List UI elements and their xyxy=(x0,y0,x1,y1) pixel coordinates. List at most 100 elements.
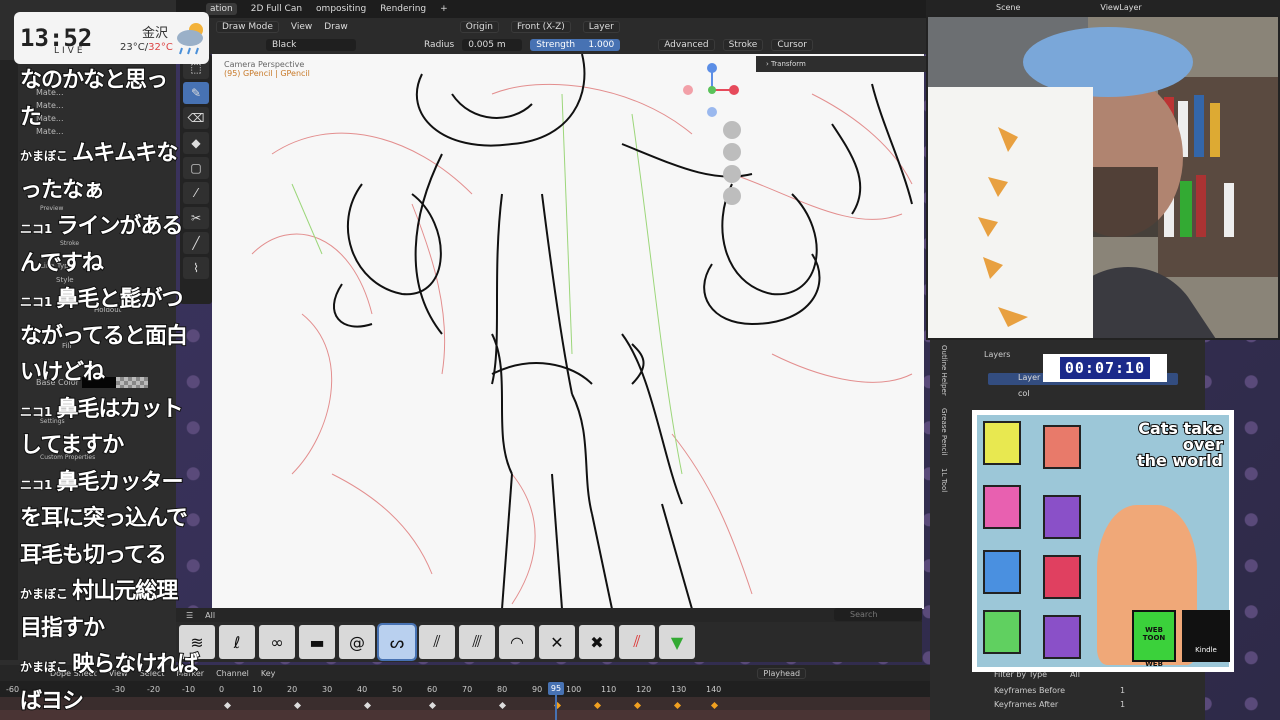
tab-grease-pencil[interactable]: Grease Pencil xyxy=(940,408,948,455)
temp-low: 23°C xyxy=(120,42,145,53)
pen-brush-icon[interactable]: ℓ xyxy=(219,625,255,659)
fill-color-swatch[interactable] xyxy=(116,377,148,388)
pencil-brush-icon[interactable]: ∞ xyxy=(259,625,295,659)
tab-1l-tool[interactable]: 1L Tool xyxy=(940,468,948,492)
brush-asset-bar: ☰ All xyxy=(176,608,922,622)
book-advertisement: Cats take over the world WEB TOON WEB TOO… xyxy=(972,410,1234,672)
timeline-tick-label: 100 xyxy=(566,685,582,694)
comment-author: かまぼこ xyxy=(19,148,73,164)
selected-brush-icon[interactable]: ᔕ xyxy=(377,623,417,661)
erase-brush-icon[interactable]: ✕ xyxy=(539,625,575,659)
stroke-dropdown[interactable]: Stroke xyxy=(722,39,764,51)
erase-tool-icon[interactable]: ⌫ xyxy=(183,107,209,129)
navigation-gizmo[interactable] xyxy=(680,60,750,220)
comment-line: を耳に突っ込んで xyxy=(19,500,189,532)
brush-list: ≋ ℓ ∞ ▬ @ ᔕ ⫽ ⫻ ◠ ✕ ✖ ⫽ ▼ xyxy=(176,622,922,662)
green-fill-brush-icon[interactable]: ▼ xyxy=(659,625,695,659)
book-title: Cats take over the world xyxy=(1136,420,1224,470)
transform-label: Transform xyxy=(771,60,806,68)
viewport-header: Draw Mode View Draw Origin Front (X-Z) L… xyxy=(176,18,926,36)
brush-search-input[interactable]: Search xyxy=(834,608,922,621)
marker-brush-icon[interactable]: ▬ xyxy=(299,625,335,659)
scene-selector[interactable]: Scene xyxy=(996,3,1020,12)
comment-text: ながってると面白 xyxy=(19,323,189,350)
add-workspace-button[interactable]: + xyxy=(440,4,448,14)
origin-dropdown[interactable]: Origin xyxy=(459,21,499,33)
hard-erase-brush-icon[interactable]: ✖ xyxy=(579,625,615,659)
comment-text: 目指すか xyxy=(19,615,106,642)
current-frame-indicator[interactable]: 95 xyxy=(548,682,564,695)
comment-text: 映らなければ xyxy=(71,651,200,678)
color-field[interactable]: Black xyxy=(266,39,356,51)
comment-text: ラインがある xyxy=(56,213,185,240)
cutter-tool-icon[interactable]: ✂ xyxy=(183,207,209,229)
timeline-tick-label: -60 xyxy=(6,685,20,694)
strength-slider[interactable]: Strength 1.000 xyxy=(530,39,621,51)
comment-line: 目指すか xyxy=(19,610,106,642)
timeline-tick-label: 20 xyxy=(287,685,298,694)
playhead-dropdown[interactable]: Playhead xyxy=(757,667,807,679)
webcam-feed xyxy=(926,15,1280,340)
timeline-tick-label: -10 xyxy=(182,685,196,694)
polyline-tool-icon[interactable]: ⌇ xyxy=(183,257,209,279)
view-layer-selector[interactable]: ViewLayer xyxy=(1100,3,1141,12)
comment-text: ばヨシ xyxy=(19,688,85,715)
timeline-tick-label: 30 xyxy=(322,685,333,694)
timeline-tick-label: 0 xyxy=(219,685,225,694)
fill-tool-icon[interactable]: ◆ xyxy=(183,132,209,154)
tab-2d-full-canvas[interactable]: 2D Full Can xyxy=(251,4,302,14)
timeline-tick-label: 120 xyxy=(636,685,652,694)
draw-menu[interactable]: Draw xyxy=(324,22,348,32)
channel-menu[interactable]: Channel xyxy=(216,669,249,678)
cursor-dropdown[interactable]: Cursor xyxy=(771,39,813,51)
line-tool-icon[interactable]: ╱ xyxy=(183,232,209,254)
hatch-brush-icon[interactable]: ⫽ xyxy=(419,625,455,659)
tool-column: ⬚ ✎ ⌫ ◆ ▢ ⁄ ✂ ╱ ⌇ xyxy=(180,54,212,304)
projection-dropdown[interactable]: Front (X-Z) xyxy=(510,21,571,33)
brush-filter-all[interactable]: All xyxy=(205,611,215,620)
keyframes-after-value[interactable]: 1 xyxy=(1120,700,1125,709)
sketch-drawing xyxy=(251,54,913,609)
view-menu[interactable]: View xyxy=(291,22,312,32)
eyedropper-tool-icon[interactable]: ⁄ xyxy=(183,182,209,204)
scene-bar: Scene ViewLayer xyxy=(926,0,1280,15)
menu-icon[interactable]: ☰ xyxy=(186,611,193,620)
layer-dropdown[interactable]: Layer xyxy=(582,21,620,33)
comment-text: 耳毛も切ってる xyxy=(19,542,168,569)
timeline-ruler[interactable]: -60 -30 -20 -10 0 10 20 30 40 50 60 70 80 90 100 110 120… xyxy=(0,681,930,697)
smooth-brush-icon[interactable]: ◠ xyxy=(499,625,535,659)
draw-tool-icon[interactable]: ✎ xyxy=(183,82,209,104)
layers-header[interactable]: Layers xyxy=(984,350,1010,359)
keyframe-track-lower[interactable] xyxy=(0,710,930,720)
comment-line: ながってると面白 xyxy=(19,318,189,350)
keyframes-after-label: Keyframes After xyxy=(994,700,1059,709)
kindle-label: Kindle xyxy=(1195,646,1217,654)
timeline-tick-label: 80 xyxy=(497,685,508,694)
radius-field[interactable]: 0.005 m xyxy=(462,39,523,51)
comment-line: た xyxy=(19,99,43,131)
tab-outline-helper[interactable]: Outline Helper xyxy=(940,345,948,396)
playhead-line xyxy=(555,695,557,720)
red-brush-icon[interactable]: ⫽ xyxy=(619,625,655,659)
box-tool-icon[interactable]: ▢ xyxy=(183,157,209,179)
drawing-canvas[interactable] xyxy=(212,54,924,609)
transform-panel-tab[interactable]: › Transform xyxy=(756,56,926,72)
scratch-brush-icon[interactable]: ⫻ xyxy=(459,625,495,659)
cat-block xyxy=(1043,495,1081,539)
advanced-dropdown[interactable]: Advanced xyxy=(658,39,715,51)
timeline-tick-label: 110 xyxy=(601,685,617,694)
mode-dropdown[interactable]: Draw Mode xyxy=(216,21,279,33)
keyframes-before-value[interactable]: 1 xyxy=(1120,686,1125,695)
webcam-image xyxy=(928,17,1278,338)
timeline-tick-label: 90 xyxy=(532,685,543,694)
comment-author: ニコ1 xyxy=(19,294,57,310)
layer-item[interactable]: col xyxy=(988,389,1178,401)
key-menu[interactable]: Key xyxy=(261,669,276,678)
tab-compositing[interactable]: ompositing xyxy=(316,4,366,14)
airbrush-icon[interactable]: @ xyxy=(339,625,375,659)
comment-author: かまぼこ xyxy=(19,586,73,602)
comment-author: ニコ1 xyxy=(19,404,57,420)
tab-rendering[interactable]: Rendering xyxy=(380,4,426,14)
live-label: LIVE xyxy=(54,46,86,56)
tab-animation[interactable]: ation xyxy=(206,3,237,15)
